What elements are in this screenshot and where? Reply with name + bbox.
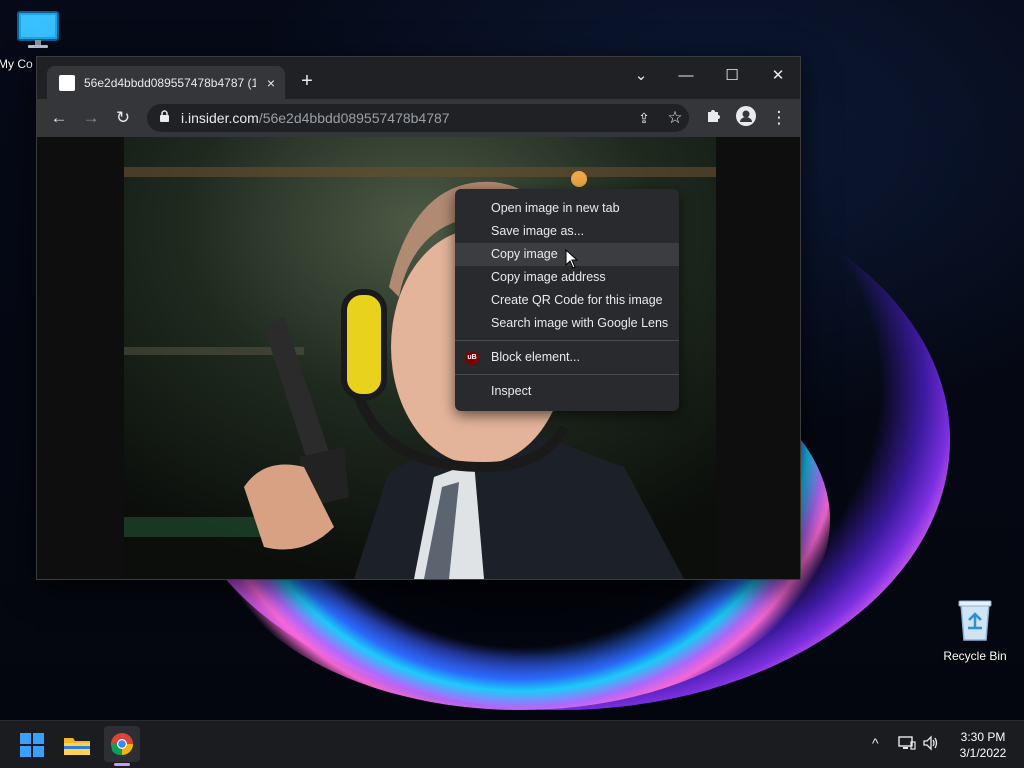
menu-separator bbox=[455, 340, 679, 341]
forward-button[interactable]: → bbox=[79, 106, 103, 130]
new-tab-button[interactable]: + bbox=[295, 70, 319, 93]
menu-item-label: Copy image address bbox=[491, 270, 606, 284]
url-text: i.insider.com/56e2d4bbdd089557478b4787 bbox=[181, 110, 450, 126]
clock-date: 3/1/2022 bbox=[959, 746, 1007, 760]
menu-item-save-image-as[interactable]: Save image as... bbox=[455, 220, 679, 243]
menu-item-block-element[interactable]: uB Block element... bbox=[455, 346, 679, 369]
menu-item-label: Open image in new tab bbox=[491, 201, 620, 215]
taskbar: ^ 3:30 PM 3/1/2022 bbox=[0, 720, 1024, 768]
browser-menu-button[interactable]: ⋮ bbox=[767, 106, 791, 130]
menu-item-label: Create QR Code for this image bbox=[491, 293, 663, 307]
back-button[interactable]: ← bbox=[47, 106, 71, 130]
ublock-origin-icon: uB bbox=[465, 351, 479, 365]
image-context-menu: Open image in new tab Save image as... C… bbox=[455, 189, 679, 411]
share-icon[interactable]: ⇪ bbox=[632, 106, 656, 130]
system-clock[interactable]: 3:30 PM 3/1/2022 bbox=[948, 729, 1018, 761]
chrome-icon bbox=[110, 733, 133, 756]
close-window-button[interactable]: ✕ bbox=[762, 63, 794, 89]
menu-item-label: Inspect bbox=[491, 384, 532, 398]
tab-close-icon[interactable]: × bbox=[262, 75, 280, 91]
menu-item-label: Save image as... bbox=[491, 224, 585, 238]
running-app-indicator bbox=[114, 763, 130, 766]
monitor-icon bbox=[17, 11, 59, 48]
menu-item-create-qr-code[interactable]: Create QR Code for this image bbox=[455, 289, 679, 312]
page-viewport bbox=[37, 137, 800, 579]
menu-item-copy-image-address[interactable]: Copy image address bbox=[455, 266, 679, 289]
menu-separator bbox=[455, 374, 679, 375]
url-path: /56e2d4bbdd089557478b4787 bbox=[258, 110, 450, 126]
recycle-bin-icon bbox=[958, 600, 992, 641]
tab-title: 56e2d4bbdd089557478b4787 (1 bbox=[84, 75, 256, 90]
profile-avatar-icon[interactable] bbox=[734, 106, 758, 130]
chrome-taskbar-button[interactable] bbox=[104, 726, 140, 762]
tab-strip: 56e2d4bbdd089557478b4787 (1 × + ⌄ — ☐ ✕ bbox=[37, 57, 800, 99]
browser-tab[interactable]: 56e2d4bbdd089557478b4787 (1 × bbox=[47, 66, 285, 99]
menu-item-open-image-new-tab[interactable]: Open image in new tab bbox=[455, 197, 679, 220]
folder-icon bbox=[64, 738, 90, 755]
browser-toolbar: ← → ↻ i.insider.com/56e2d4bbdd089557478b… bbox=[37, 99, 800, 137]
menu-item-label: Copy image bbox=[491, 247, 558, 261]
desktop-icon-recycle-bin[interactable]: Recycle Bin bbox=[935, 598, 1015, 663]
start-button[interactable] bbox=[16, 729, 48, 761]
desktop-icon-label: Recycle Bin bbox=[943, 649, 1007, 663]
bookmark-star-icon[interactable]: ☆ bbox=[663, 106, 687, 130]
menu-item-search-google-lens[interactable]: Search image with Google Lens bbox=[455, 312, 679, 335]
show-hidden-icons-chevron[interactable]: ^ bbox=[872, 735, 879, 751]
tab-search-button[interactable]: ⌄ bbox=[625, 63, 657, 89]
menu-item-label: Search image with Google Lens bbox=[491, 316, 669, 330]
windows-logo-icon bbox=[20, 733, 44, 757]
menu-item-label: Block element... bbox=[491, 350, 580, 364]
menu-item-inspect[interactable]: Inspect bbox=[455, 380, 679, 403]
file-explorer-button[interactable] bbox=[61, 729, 93, 761]
lock-icon[interactable] bbox=[159, 110, 171, 126]
reload-button[interactable]: ↻ bbox=[111, 106, 135, 130]
maximize-button[interactable]: ☐ bbox=[716, 63, 748, 89]
extensions-puzzle-icon[interactable] bbox=[702, 106, 726, 130]
network-icon[interactable] bbox=[898, 735, 916, 754]
volume-icon[interactable] bbox=[922, 735, 940, 754]
browser-window: 56e2d4bbdd089557478b4787 (1 × + ⌄ — ☐ ✕ … bbox=[36, 56, 801, 580]
minimize-button[interactable]: — bbox=[670, 63, 702, 89]
page-favicon-icon bbox=[59, 74, 75, 91]
mouse-cursor-icon bbox=[565, 249, 579, 269]
address-bar[interactable]: i.insider.com/56e2d4bbdd089557478b4787 bbox=[147, 104, 689, 132]
url-domain: i.insider.com bbox=[181, 110, 259, 126]
clock-time: 3:30 PM bbox=[960, 730, 1006, 744]
